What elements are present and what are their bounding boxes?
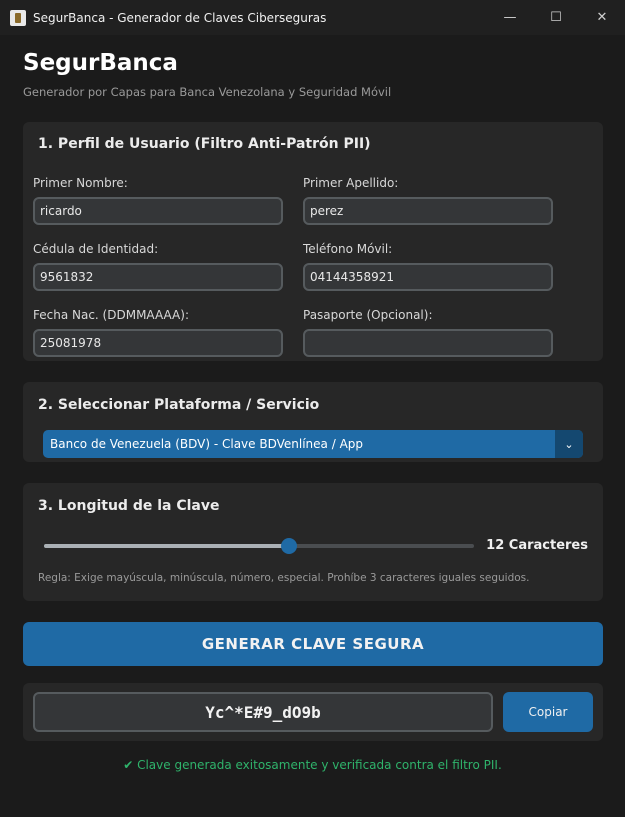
app-title: SegurBanca	[23, 50, 178, 76]
slider-fill	[44, 544, 290, 548]
first-name-input[interactable]	[33, 197, 283, 225]
close-icon[interactable]: ✕	[579, 0, 625, 35]
password-output[interactable]: Yc^*E#9_dO9b	[33, 692, 493, 732]
length-card-title: 3. Longitud de la Clave	[38, 498, 220, 514]
chevron-down-icon[interactable]: ⌄	[555, 430, 583, 458]
mobile-phone-label: Teléfono Móvil:	[303, 242, 393, 256]
slider-handle[interactable]	[281, 538, 298, 554]
id-number-label: Cédula de Identidad:	[33, 242, 159, 256]
length-value: 12 Caracteres	[486, 538, 588, 553]
title-bar: SegurBanca - Generador de Claves Ciberse…	[0, 0, 625, 35]
length-card: 3. Longitud de la Clave 12 Caracteres Re…	[23, 483, 603, 601]
passport-label: Pasaporte (Opcional):	[303, 308, 433, 322]
last-name-input[interactable]	[303, 197, 553, 225]
maximize-icon[interactable]: ☐	[533, 0, 579, 35]
profile-card-title: 1. Perfil de Usuario (Filtro Anti-Patrón…	[38, 136, 371, 152]
generate-button[interactable]: GENERAR CLAVE SEGURA	[23, 622, 603, 666]
platform-select[interactable]: Banco de Venezuela (BDV) - Clave BDVenlí…	[43, 430, 583, 458]
platform-card-title: 2. Seleccionar Plataforma / Servicio	[38, 397, 320, 413]
window-controls: — ☐ ✕	[487, 0, 625, 35]
length-slider[interactable]	[44, 538, 474, 554]
length-rule: Regla: Exige mayúscula, minúscula, númer…	[38, 572, 530, 584]
platform-card: 2. Seleccionar Plataforma / Servicio Ban…	[23, 382, 603, 462]
birth-date-input[interactable]	[33, 329, 283, 357]
status-message: ✔ Clave generada exitosamente y verifica…	[123, 758, 502, 772]
minimize-icon[interactable]: —	[487, 0, 533, 35]
platform-selected-value: Banco de Venezuela (BDV) - Clave BDVenlí…	[50, 437, 364, 451]
profile-card: 1. Perfil de Usuario (Filtro Anti-Patrón…	[23, 122, 603, 361]
mobile-phone-input[interactable]	[303, 263, 553, 291]
passport-input[interactable]	[303, 329, 553, 357]
window-title: SegurBanca - Generador de Claves Ciberse…	[33, 10, 327, 25]
app-icon	[10, 9, 26, 26]
first-name-label: Primer Nombre:	[33, 176, 128, 190]
result-card: Yc^*E#9_dO9b Copiar	[23, 683, 603, 741]
app-subtitle: Generador por Capas para Banca Venezolan…	[23, 85, 392, 99]
copy-button[interactable]: Copiar	[503, 692, 593, 732]
last-name-label: Primer Apellido:	[303, 176, 399, 190]
birth-date-label: Fecha Nac. (DDMMAAAA):	[33, 308, 189, 322]
id-number-input[interactable]	[33, 263, 283, 291]
